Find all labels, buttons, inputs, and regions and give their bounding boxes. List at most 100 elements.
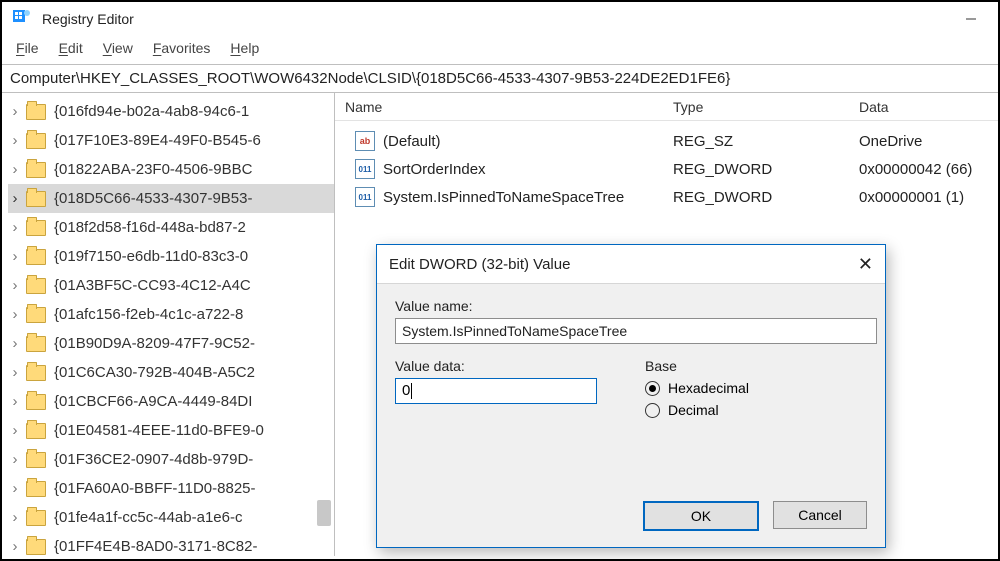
tree-item[interactable]: › {019f7150-e6db-11d0-83c3-0 xyxy=(8,242,334,271)
folder-icon xyxy=(26,249,46,265)
minimize-button[interactable] xyxy=(948,4,994,34)
tree-item[interactable]: › {017F10E3-89E4-49F0-B545-6 xyxy=(8,126,334,155)
value-data: 0x00000001 (1) xyxy=(859,189,998,206)
radio-hexadecimal[interactable]: Hexadecimal xyxy=(645,380,749,396)
chevron-right-icon: › xyxy=(8,335,22,352)
edit-dword-dialog: Edit DWORD (32-bit) Value ✕ Value name: … xyxy=(376,244,886,548)
menu-file[interactable]: File xyxy=(16,40,39,56)
chevron-right-icon: › xyxy=(8,451,22,468)
folder-icon xyxy=(26,452,46,468)
list-header: Name Type Data xyxy=(335,93,998,121)
dialog-close-button[interactable]: ✕ xyxy=(858,254,873,275)
tree-item-label: {01C6CA30-792B-404B-A5C2 xyxy=(54,364,255,381)
tree-item[interactable]: ›{01E04581-4EEE-11d0-BFE9-0 xyxy=(8,416,334,445)
folder-icon xyxy=(26,191,46,207)
tree-item[interactable]: › {01FF4E4B-8AD0-3171-8C82- xyxy=(8,532,334,556)
folder-icon xyxy=(26,220,46,236)
folder-icon xyxy=(26,539,46,555)
tree-item-label: {01822ABA-23F0-4506-9BBC xyxy=(54,161,252,178)
menubar: File Edit View Favorites Help xyxy=(2,36,998,64)
tree-item-label: {01E04581-4EEE-11d0-BFE9-0 xyxy=(54,422,264,439)
menu-edit[interactable]: Edit xyxy=(59,40,83,56)
value-data: OneDrive xyxy=(859,133,998,150)
tree-item-label: {01A3BF5C-CC93-4C12-A4C xyxy=(54,277,251,294)
folder-icon xyxy=(26,278,46,294)
tree-item[interactable]: › {01B90D9A-8209-47F7-9C52- xyxy=(8,329,334,358)
folder-icon xyxy=(26,510,46,526)
dword-value-icon: 011 xyxy=(355,187,375,207)
col-header-type[interactable]: Type xyxy=(673,99,859,115)
scrollbar-thumb[interactable] xyxy=(317,500,331,526)
folder-icon xyxy=(26,423,46,439)
tree-item-label: {01CBCF66-A9CA-4449-84DI xyxy=(54,393,252,410)
tree-item-label: {018D5C66-4533-4307-9B53- xyxy=(54,190,252,207)
tree-item-label: {019f7150-e6db-11d0-83c3-0 xyxy=(54,248,248,265)
tree-item[interactable]: › {018D5C66-4533-4307-9B53- xyxy=(8,184,334,213)
address-bar[interactable]: Computer\HKEY_CLASSES_ROOT\WOW6432Node\C… xyxy=(2,64,998,93)
chevron-right-icon: › xyxy=(8,132,22,149)
string-value-icon: ab xyxy=(355,131,375,151)
tree-item-label: {017F10E3-89E4-49F0-B545-6 xyxy=(54,132,261,149)
chevron-right-icon: › xyxy=(8,190,22,207)
value-row[interactable]: 011 System.IsPinnedToNameSpaceTree REG_DWO… xyxy=(335,183,998,211)
chevron-right-icon: › xyxy=(8,509,22,526)
folder-icon xyxy=(26,104,46,120)
radio-decimal[interactable]: Decimal xyxy=(645,402,749,418)
tree-item[interactable]: › {01A3BF5C-CC93-4C12-A4C xyxy=(8,271,334,300)
folder-icon xyxy=(26,162,46,178)
folder-icon xyxy=(26,307,46,323)
tree-item[interactable]: ›{01afc156-f2eb-4c1c-a722-8 xyxy=(8,300,334,329)
tree-item[interactable]: › {01C6CA30-792B-404B-A5C2 xyxy=(8,358,334,387)
col-header-name[interactable]: Name xyxy=(335,99,673,115)
dialog-title: Edit DWORD (32-bit) Value xyxy=(389,256,570,273)
chevron-right-icon: › xyxy=(8,103,22,120)
menu-help[interactable]: Help xyxy=(230,40,259,56)
folder-icon xyxy=(26,336,46,352)
tree-item[interactable]: › {01822ABA-23F0-4506-9BBC xyxy=(8,155,334,184)
value-data: 0x00000042 (66) xyxy=(859,161,998,178)
regedit-icon xyxy=(12,9,32,29)
radio-icon xyxy=(645,403,660,418)
tree-item[interactable]: ›{01FA60A0-BBFF-11D0-8825- xyxy=(8,474,334,503)
menu-view[interactable]: View xyxy=(103,40,133,56)
dword-value-icon: 011 xyxy=(355,159,375,179)
value-type: REG_DWORD xyxy=(673,189,859,206)
tree-pane: › {016fd94e-b02a-4ab8-94c6-1 › {017F10E3-89… xyxy=(2,93,335,556)
value-name: System.IsPinnedToNameSpaceTree xyxy=(383,189,624,206)
app-title: Registry Editor xyxy=(42,11,134,27)
cancel-button[interactable]: Cancel xyxy=(773,501,867,529)
value-data-field[interactable]: 0 xyxy=(395,378,597,404)
folder-icon xyxy=(26,133,46,149)
tree-item[interactable]: › {016fd94e-b02a-4ab8-94c6-1 xyxy=(8,97,334,126)
value-name: SortOrderIndex xyxy=(383,161,486,178)
tree-scrollbar[interactable] xyxy=(316,93,332,556)
tree-item-label: {01FF4E4B-8AD0-3171-8C82- xyxy=(54,538,257,555)
chevron-right-icon: › xyxy=(8,364,22,381)
chevron-right-icon: › xyxy=(8,393,22,410)
chevron-right-icon: › xyxy=(8,219,22,236)
text-caret xyxy=(411,383,412,399)
tree-item[interactable]: › {01CBCF66-A9CA-4449-84DI xyxy=(8,387,334,416)
chevron-right-icon: › xyxy=(8,538,22,555)
tree-item-label: {01fe4a1f-cc5c-44ab-a1e6-c xyxy=(54,509,242,526)
chevron-right-icon: › xyxy=(8,161,22,178)
value-type: REG_SZ xyxy=(673,133,859,150)
tree-item-label: {01F36CE2-0907-4d8b-979D- xyxy=(54,451,253,468)
menu-favorites[interactable]: Favorites xyxy=(153,40,211,56)
value-name-label: Value name: xyxy=(395,298,867,314)
value-name: (Default) xyxy=(383,133,441,150)
col-header-data[interactable]: Data xyxy=(859,99,998,115)
chevron-right-icon: › xyxy=(8,277,22,294)
value-row[interactable]: ab (Default) REG_SZOneDrive xyxy=(335,127,998,155)
tree-item-label: {01B90D9A-8209-47F7-9C52- xyxy=(54,335,255,352)
chevron-right-icon: › xyxy=(8,248,22,265)
ok-button[interactable]: OK xyxy=(643,501,759,531)
tree-item[interactable]: › {01F36CE2-0907-4d8b-979D- xyxy=(8,445,334,474)
folder-icon xyxy=(26,365,46,381)
tree-item[interactable]: ›{018f2d58-f16d-448a-bd87-2 xyxy=(8,213,334,242)
tree-item-label: {016fd94e-b02a-4ab8-94c6-1 xyxy=(54,103,249,120)
tree-item[interactable]: › {01fe4a1f-cc5c-44ab-a1e6-c xyxy=(8,503,334,532)
value-name-field[interactable]: System.IsPinnedToNameSpaceTree xyxy=(395,318,877,344)
titlebar: Registry Editor xyxy=(2,2,998,36)
value-row[interactable]: 011SortOrderIndexREG_DWORD0x00000042 (66… xyxy=(335,155,998,183)
